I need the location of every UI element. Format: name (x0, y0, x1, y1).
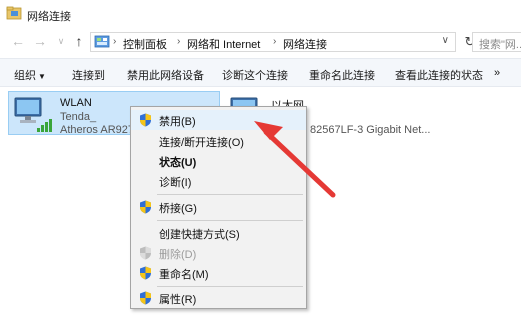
disable-device-button[interactable]: 禁用此网络设备 (127, 67, 204, 83)
menu-item-label: 诊断(I) (159, 177, 192, 189)
menu-item-rename[interactable]: 重命名(M) (131, 263, 306, 283)
network-connections-icon (6, 6, 22, 20)
menu-item-connect-disconnect[interactable]: 连接/断开连接(O) (131, 131, 306, 151)
context-menu: 禁用(B) 连接/断开连接(O) 状态(U) 诊断(I) 桥接(G) 创建快捷方… (130, 106, 307, 309)
menu-item-create-shortcut[interactable]: 创建快捷方式(S) (131, 223, 306, 243)
search-placeholder: 搜索"网... (479, 39, 521, 51)
adapter-device: Atheros AR927 (60, 124, 134, 136)
adapter-name: WLAN (60, 97, 92, 109)
menu-item-diagnose[interactable]: 诊断(I) (131, 171, 306, 191)
diagnose-button[interactable]: 诊断这个连接 (222, 67, 288, 83)
window-title: 网络连接 (27, 11, 71, 23)
menu-separator (157, 220, 303, 221)
more-commands-button[interactable]: » (494, 67, 500, 79)
adapter-device: 82567LF-3 Gigabit Net... (310, 124, 431, 136)
breadcrumb-separator-icon: › (273, 36, 277, 47)
breadcrumb-network-internet[interactable]: 网络和 Internet (187, 36, 260, 52)
breadcrumb-separator-icon: › (177, 36, 181, 47)
title-bar: 网络连接 (0, 0, 521, 28)
menu-item-label: 连接/断开连接(O) (159, 137, 244, 149)
menu-separator (157, 286, 303, 287)
menu-item-label: 状态(U) (159, 157, 197, 169)
menu-item-label: 禁用(B) (159, 116, 196, 128)
menu-item-delete: 删除(D) (131, 243, 306, 263)
menu-item-label: 删除(D) (159, 249, 197, 261)
up-arrow-icon[interactable]: ↑ (71, 33, 87, 49)
menu-item-label: 桥接(G) (159, 203, 197, 215)
control-panel-icon (94, 35, 110, 48)
menu-item-bridge[interactable]: 桥接(G) (131, 197, 306, 217)
uac-shield-icon (140, 291, 151, 305)
uac-shield-icon (140, 266, 151, 280)
menu-item-label: 创建快捷方式(S) (159, 229, 240, 241)
back-arrow-icon[interactable]: ← (10, 33, 26, 49)
menu-item-label: 属性(R) (159, 294, 197, 306)
command-bar: 组织 ▼ 连接到 禁用此网络设备 诊断这个连接 重命名此连接 查看此连接的状态 » (0, 58, 521, 87)
uac-shield-icon (140, 200, 151, 214)
menu-item-disable[interactable]: 禁用(B) (131, 110, 306, 130)
menu-item-label: 重命名(M) (159, 269, 209, 281)
menu-item-properties[interactable]: 属性(R) (131, 288, 306, 308)
view-status-button[interactable]: 查看此连接的状态 (395, 67, 483, 83)
address-dropdown-icon[interactable]: ∨ (442, 35, 449, 46)
uac-shield-icon (140, 246, 151, 260)
search-input[interactable]: 搜索"网... (472, 32, 521, 52)
address-bar-row: ← → ∨ ↑ › 控制面板 › 网络和 Internet › 网络连接 ∨ ↻… (0, 28, 521, 56)
menu-separator (157, 194, 303, 195)
chevron-down-icon: ▼ (38, 72, 46, 81)
uac-shield-icon (140, 113, 151, 127)
wireless-adapter-icon (14, 97, 52, 132)
address-bar[interactable]: › 控制面板 › 网络和 Internet › 网络连接 ∨ (90, 32, 456, 52)
forward-arrow-icon[interactable]: → (32, 33, 48, 49)
adapter-network: Tenda_ (60, 111, 97, 123)
breadcrumb-separator-icon: › (113, 36, 117, 47)
recent-locations-chevron-icon[interactable]: ∨ (53, 33, 69, 49)
menu-item-status[interactable]: 状态(U) (131, 151, 306, 171)
breadcrumb-network-connections[interactable]: 网络连接 (283, 36, 327, 52)
connect-to-button[interactable]: 连接到 (72, 67, 105, 83)
rename-button[interactable]: 重命名此连接 (309, 67, 375, 83)
organize-button[interactable]: 组织 ▼ (14, 67, 46, 83)
breadcrumb-control-panel[interactable]: 控制面板 (123, 36, 167, 52)
